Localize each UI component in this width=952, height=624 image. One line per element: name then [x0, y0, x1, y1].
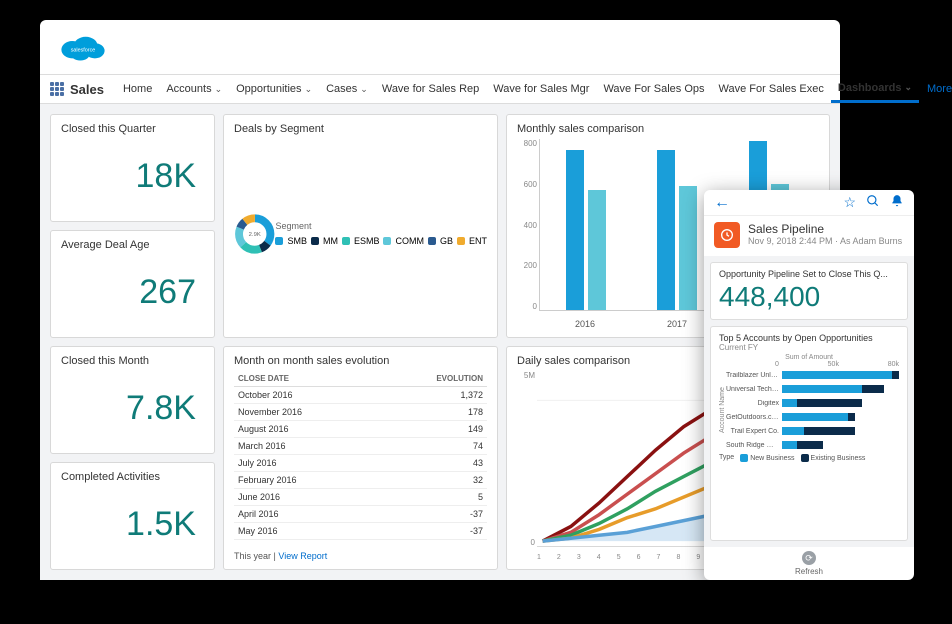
mobile-title: Sales Pipeline — [748, 222, 902, 236]
table-row[interactable]: March 201674 — [234, 438, 487, 455]
table-row[interactable]: June 20165 — [234, 489, 487, 506]
mobile-kpi-card[interactable]: Opportunity Pipeline Set to Close This Q… — [710, 262, 908, 320]
evolution-footer: This year | View Report — [234, 551, 487, 561]
star-icon[interactable]: ☆ — [843, 194, 856, 211]
svg-text:2.9K: 2.9K — [249, 232, 261, 238]
kpi-closed-month[interactable]: Closed this Month 7.8K — [50, 346, 215, 454]
table-row[interactable]: October 20161,372 — [234, 387, 487, 404]
nav-item-home[interactable]: Home — [116, 75, 159, 103]
bell-icon[interactable] — [890, 194, 904, 211]
nav-item-wave-for-sales-exec[interactable]: Wave For Sales Exec — [712, 75, 831, 103]
nav-item-cases[interactable]: Cases⌄ — [319, 75, 375, 103]
chevron-down-icon: ⌄ — [904, 82, 912, 93]
pipeline-icon — [714, 222, 740, 248]
nav-more[interactable]: More ▾ — [921, 83, 952, 95]
back-icon[interactable]: ← — [714, 194, 730, 212]
table-row[interactable]: August 2016149 — [234, 421, 487, 438]
donut-chart: 2.9K — [234, 159, 275, 309]
table-row[interactable]: November 2016178 — [234, 404, 487, 421]
chevron-down-icon: ⌄ — [215, 84, 223, 95]
salesforce-logo: salesforce — [56, 29, 110, 65]
mobile-topbar: ← ☆ — [704, 190, 914, 216]
mobile-subtitle: Nov 9, 2018 2:44 PM · As Adam Burns — [748, 236, 902, 246]
mobile-hbar-chart: Sum of Amount 050k80k Account Name Trail… — [719, 354, 899, 474]
nav-item-dashboards[interactable]: Dashboards⌄ — [831, 75, 919, 103]
table-row[interactable]: February 201632 — [234, 472, 487, 489]
deals-by-segment-card[interactable]: Deals by Segment 2.9K Segment SMBMMESMBC… — [223, 114, 498, 338]
nav-item-opportunities[interactable]: Opportunities⌄ — [229, 75, 319, 103]
svg-text:salesforce: salesforce — [71, 47, 96, 53]
app-launcher-icon — [50, 82, 64, 96]
kpi-avg-deal-age[interactable]: Average Deal Age 267 — [50, 230, 215, 338]
nav-item-wave-for-sales-ops[interactable]: Wave For Sales Ops — [596, 75, 711, 103]
refresh-icon[interactable]: ⟳ — [802, 551, 816, 565]
view-report-link[interactable]: View Report — [278, 551, 327, 561]
mobile-window: ← ☆ Sales Pipeline Nov 9, 2018 2:44 PM ·… — [704, 190, 914, 580]
mobile-top-accounts-card[interactable]: Top 5 Accounts by Open Opportunities Cur… — [710, 326, 908, 541]
table-row[interactable]: April 2016-37 — [234, 506, 487, 523]
kpi-completed-activities[interactable]: Completed Activities 1.5K — [50, 462, 215, 570]
app-name: Sales — [70, 82, 104, 97]
chevron-down-icon: ⌄ — [360, 84, 368, 95]
kpi-closed-quarter[interactable]: Closed this Quarter 18K — [50, 114, 215, 222]
nav-item-accounts[interactable]: Accounts⌄ — [159, 75, 229, 103]
mobile-header: Sales Pipeline Nov 9, 2018 2:44 PM · As … — [704, 216, 914, 256]
table-row[interactable]: July 201643 — [234, 455, 487, 472]
chevron-down-icon: ⌄ — [305, 84, 313, 95]
search-icon[interactable] — [866, 194, 880, 211]
navbar: Sales HomeAccounts⌄Opportunities⌄Cases⌄W… — [40, 74, 840, 104]
table-row[interactable]: May 2016-37 — [234, 523, 487, 540]
mobile-footer: ⟳ Refresh — [704, 547, 914, 580]
nav-item-wave-for-sales-rep[interactable]: Wave for Sales Rep — [375, 75, 486, 103]
nav-item-wave-for-sales-mgr[interactable]: Wave for Sales Mgr — [486, 75, 596, 103]
evolution-card[interactable]: Month on month sales evolution CLOSE DAT… — [223, 346, 498, 570]
mobile-body: Opportunity Pipeline Set to Close This Q… — [704, 256, 914, 547]
donut-legend: Segment SMBMMESMBCOMMGBENT — [275, 219, 487, 250]
mobile-legend: Type New Business Existing Business — [719, 454, 899, 462]
evolution-table: CLOSE DATE EVOLUTION October 20161,372No… — [234, 371, 487, 548]
logo-bar: salesforce — [40, 20, 840, 74]
app-launcher[interactable]: Sales — [50, 82, 104, 97]
